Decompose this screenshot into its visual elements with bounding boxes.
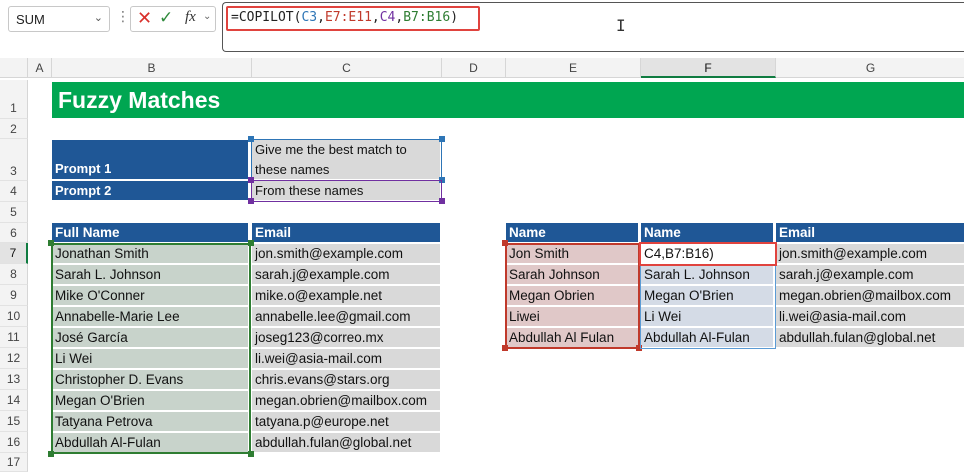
left-email-cell[interactable]: tatyana.p@europe.net bbox=[252, 412, 440, 431]
prompt2-label[interactable]: Prompt 2 bbox=[52, 181, 248, 200]
column-header-c[interactable]: C bbox=[252, 58, 442, 78]
left-email-cell[interactable]: li.wei@asia-mail.com bbox=[252, 349, 440, 368]
left-header-email[interactable]: Email bbox=[252, 223, 440, 242]
name-box-value: SUM bbox=[16, 12, 45, 27]
name-box[interactable]: SUM ⌄ bbox=[8, 6, 110, 32]
row-header-16[interactable]: 16 bbox=[0, 432, 28, 453]
ref-handle[interactable] bbox=[502, 240, 508, 246]
ref-handle[interactable] bbox=[248, 451, 254, 457]
formula-part: B7:B16 bbox=[403, 10, 451, 25]
row-header-6[interactable]: 6 bbox=[0, 223, 28, 243]
ref-handle[interactable] bbox=[48, 240, 54, 246]
ref-handle[interactable] bbox=[248, 240, 254, 246]
column-header-g[interactable]: G bbox=[776, 58, 964, 78]
row-header-10[interactable]: 10 bbox=[0, 306, 28, 327]
column-header-e[interactable]: E bbox=[506, 58, 641, 78]
row-header-12[interactable]: 12 bbox=[0, 348, 28, 369]
kebab-icon[interactable]: ⋮ bbox=[116, 8, 130, 25]
row-header-4[interactable]: 4 bbox=[0, 181, 28, 202]
ref-highlight-c3 bbox=[251, 139, 442, 181]
right-header-name-e[interactable]: Name bbox=[506, 223, 638, 242]
chevron-down-icon[interactable]: ⌄ bbox=[203, 11, 211, 22]
column-header-a[interactable]: A bbox=[28, 58, 52, 78]
chevron-down-icon[interactable]: ⌄ bbox=[94, 11, 103, 24]
left-email-cell[interactable]: abdullah.fulan@global.net bbox=[252, 433, 440, 452]
ref-handle[interactable] bbox=[439, 198, 445, 204]
row-header-2[interactable]: 2 bbox=[0, 119, 28, 139]
x-icon[interactable]: ✕ bbox=[137, 8, 152, 29]
left-email-cell[interactable]: annabelle.lee@gmail.com bbox=[252, 307, 440, 326]
column-header-b[interactable]: B bbox=[52, 58, 252, 78]
right-email-cell[interactable]: abdullah.fulan@global.net bbox=[776, 328, 964, 347]
formula-part: ) bbox=[450, 10, 459, 25]
formula-part: C3 bbox=[301, 10, 318, 25]
check-icon[interactable]: ✓ bbox=[159, 8, 173, 28]
formula-controls: ✕ ✓ fx ⌄ bbox=[130, 6, 216, 32]
left-email-cell[interactable]: megan.obrien@mailbox.com bbox=[252, 391, 440, 410]
formula-part: E7:E11 bbox=[324, 10, 372, 25]
fx-icon[interactable]: fx bbox=[185, 9, 196, 26]
text-cursor-icon: I bbox=[616, 16, 626, 35]
formula-text[interactable]: =COPILOT(C3,E7:E11,C4,B7:B16) bbox=[231, 10, 458, 25]
left-header-full-name[interactable]: Full Name bbox=[52, 223, 248, 242]
row-header-17[interactable]: 17 bbox=[0, 453, 28, 472]
left-email-cell[interactable]: sarah.j@example.com bbox=[252, 265, 440, 284]
formula-part: C4 bbox=[379, 10, 396, 25]
row-header-7[interactable]: 7 bbox=[0, 243, 28, 264]
ref-handle[interactable] bbox=[502, 345, 508, 351]
left-email-cell[interactable]: mike.o@example.net bbox=[252, 286, 440, 305]
ref-highlight-c4 bbox=[251, 180, 442, 202]
ref-handle[interactable] bbox=[248, 136, 254, 142]
formula-part: , bbox=[317, 10, 325, 25]
prompt1-label[interactable]: Prompt 1 bbox=[52, 140, 248, 179]
right-email-cell[interactable]: megan.obrien@mailbox.com bbox=[776, 286, 964, 305]
ref-handle[interactable] bbox=[248, 198, 254, 204]
row-header-15[interactable]: 15 bbox=[0, 411, 28, 432]
right-email-cell[interactable]: li.wei@asia-mail.com bbox=[776, 307, 964, 326]
row-header-5[interactable]: 5 bbox=[0, 202, 28, 223]
right-header-email[interactable]: Email bbox=[776, 223, 964, 242]
row-header-1[interactable]: 1 bbox=[0, 80, 28, 119]
ref-handle[interactable] bbox=[439, 136, 445, 142]
row-header-13[interactable]: 13 bbox=[0, 369, 28, 390]
ref-highlight-e7-e11 bbox=[505, 243, 640, 349]
row-header-3[interactable]: 3 bbox=[0, 139, 28, 181]
ref-handle[interactable] bbox=[48, 451, 54, 457]
row-header-14[interactable]: 14 bbox=[0, 390, 28, 411]
sheet-title: Fuzzy Matches bbox=[58, 87, 221, 113]
select-all-corner[interactable] bbox=[0, 58, 28, 78]
column-header-f[interactable]: F bbox=[641, 58, 776, 78]
formula-part: , bbox=[371, 10, 380, 25]
row-header-8[interactable]: 8 bbox=[0, 264, 28, 285]
column-header-d[interactable]: D bbox=[442, 58, 506, 78]
right-email-cell[interactable]: sarah.j@example.com bbox=[776, 265, 964, 284]
ref-highlight-b7-b16 bbox=[51, 243, 251, 454]
row-header-11[interactable]: 11 bbox=[0, 327, 28, 348]
formula-part: =COPILOT( bbox=[231, 10, 302, 25]
right-header-name-f[interactable]: Name bbox=[641, 223, 773, 242]
active-cell-f7[interactable] bbox=[639, 242, 777, 266]
right-email-cell[interactable]: jon.smith@example.com bbox=[776, 244, 964, 263]
left-email-cell[interactable]: chris.evans@stars.org bbox=[252, 370, 440, 389]
left-email-cell[interactable]: joseg123@correo.mx bbox=[252, 328, 440, 347]
ref-handle[interactable] bbox=[248, 177, 254, 183]
left-email-cell[interactable]: jon.smith@example.com bbox=[252, 244, 440, 263]
row-header-9[interactable]: 9 bbox=[0, 285, 28, 306]
